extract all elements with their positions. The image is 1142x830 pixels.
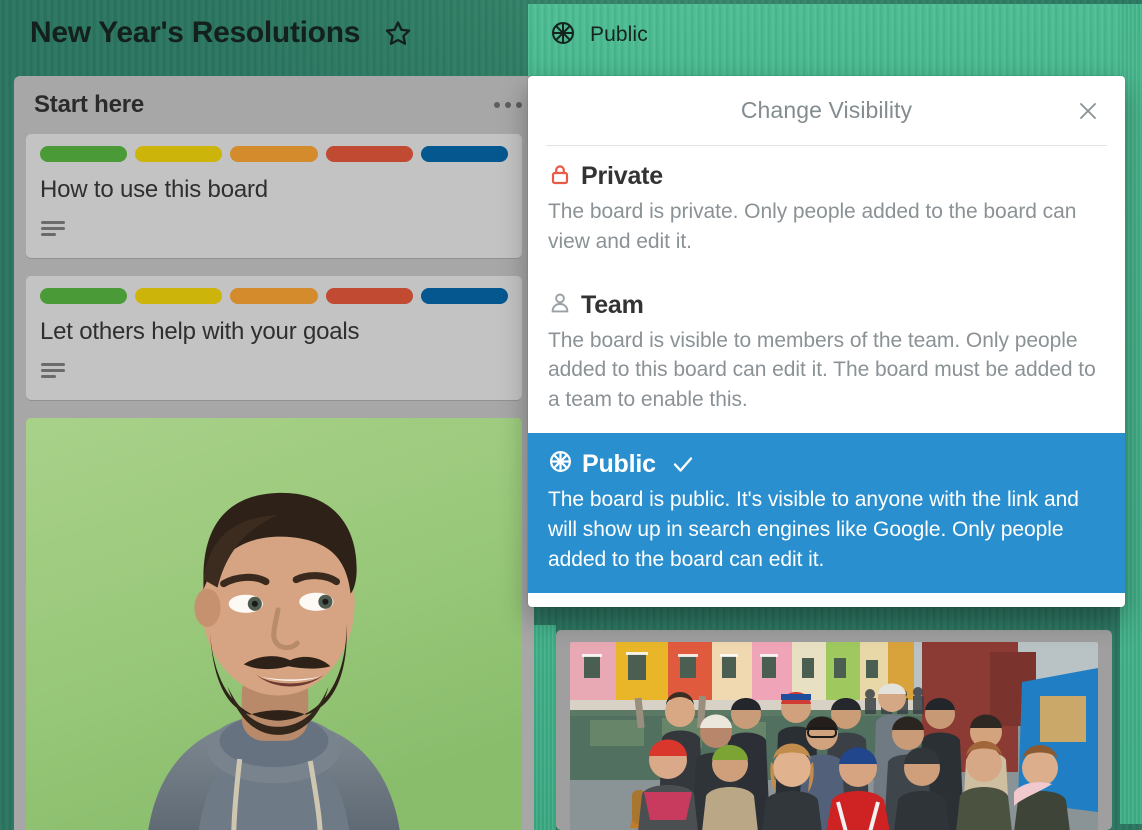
card-badges bbox=[40, 361, 508, 386]
popup-header: Change Visibility bbox=[546, 76, 1107, 146]
board-visibility-button[interactable]: Public bbox=[538, 14, 660, 56]
option-header: Public bbox=[548, 449, 1105, 479]
close-icon[interactable] bbox=[1071, 94, 1105, 128]
label-blue[interactable] bbox=[420, 287, 509, 304]
card-photo-group[interactable] bbox=[556, 630, 1112, 830]
card-title: Let others help with your goals bbox=[40, 317, 360, 345]
option-name: Public bbox=[582, 449, 656, 478]
label-green[interactable] bbox=[40, 146, 128, 162]
popup-title: Change Visibility bbox=[740, 97, 913, 123]
option-description: The board is public. It's visible to any… bbox=[548, 488, 1079, 571]
person-icon bbox=[548, 291, 572, 320]
check-icon bbox=[671, 452, 695, 476]
card-how-to-use-this-board[interactable]: How to use this board bbox=[26, 134, 522, 258]
option-header: Private bbox=[548, 162, 1105, 191]
board-title: New Year's Resolutions bbox=[30, 16, 361, 49]
globe-icon bbox=[550, 20, 576, 51]
visibility-option-private[interactable]: Private The board is private. Only peopl… bbox=[528, 146, 1125, 275]
visibility-option-public[interactable]: Public The board is public. It's visible… bbox=[528, 433, 1125, 593]
card-photo-portrait[interactable] bbox=[26, 417, 522, 830]
board-visibility-label: Public bbox=[590, 23, 648, 46]
option-header: Team bbox=[548, 291, 1105, 320]
label-orange[interactable] bbox=[230, 287, 318, 304]
option-name: Private bbox=[581, 162, 663, 190]
list-start-here: Start here How to use this board Let oth… bbox=[14, 76, 534, 830]
list-menu-icon[interactable] bbox=[490, 96, 526, 114]
change-visibility-popup: Change Visibility Private The board is p… bbox=[528, 76, 1125, 607]
option-description: The board is private. Only people added … bbox=[548, 200, 1077, 253]
card-badges bbox=[40, 219, 508, 244]
label-blue[interactable] bbox=[420, 146, 509, 162]
description-badge-icon bbox=[40, 219, 66, 244]
option-name: Team bbox=[581, 290, 644, 319]
label-red[interactable] bbox=[325, 287, 413, 304]
board-header: New Year's Resolutions bbox=[0, 0, 528, 66]
visibility-option-team[interactable]: Team The board is visible to members of … bbox=[528, 275, 1125, 433]
label-green[interactable] bbox=[40, 287, 128, 304]
card-title: How to use this board bbox=[40, 176, 268, 203]
label-orange[interactable] bbox=[230, 146, 318, 162]
card-let-others-help-with-your-goals[interactable]: Let others help with your goals bbox=[26, 275, 522, 400]
list-header: Start here bbox=[26, 76, 522, 134]
label-yellow[interactable] bbox=[135, 146, 223, 162]
description-badge-icon bbox=[40, 361, 66, 386]
option-description: The board is visible to members of the t… bbox=[548, 328, 1096, 412]
group-photo bbox=[570, 642, 1098, 830]
lock-icon bbox=[548, 162, 572, 191]
globe-icon bbox=[548, 449, 573, 479]
label-red[interactable] bbox=[325, 146, 413, 162]
list-title: Start here bbox=[34, 91, 145, 118]
card-labels bbox=[40, 146, 509, 162]
star-icon[interactable] bbox=[384, 19, 412, 47]
trello-board-screen: New Year's Resolutions Public Start here bbox=[0, 0, 1142, 830]
label-yellow[interactable] bbox=[135, 287, 223, 304]
portrait-photo bbox=[26, 417, 522, 830]
card-labels bbox=[40, 287, 509, 304]
